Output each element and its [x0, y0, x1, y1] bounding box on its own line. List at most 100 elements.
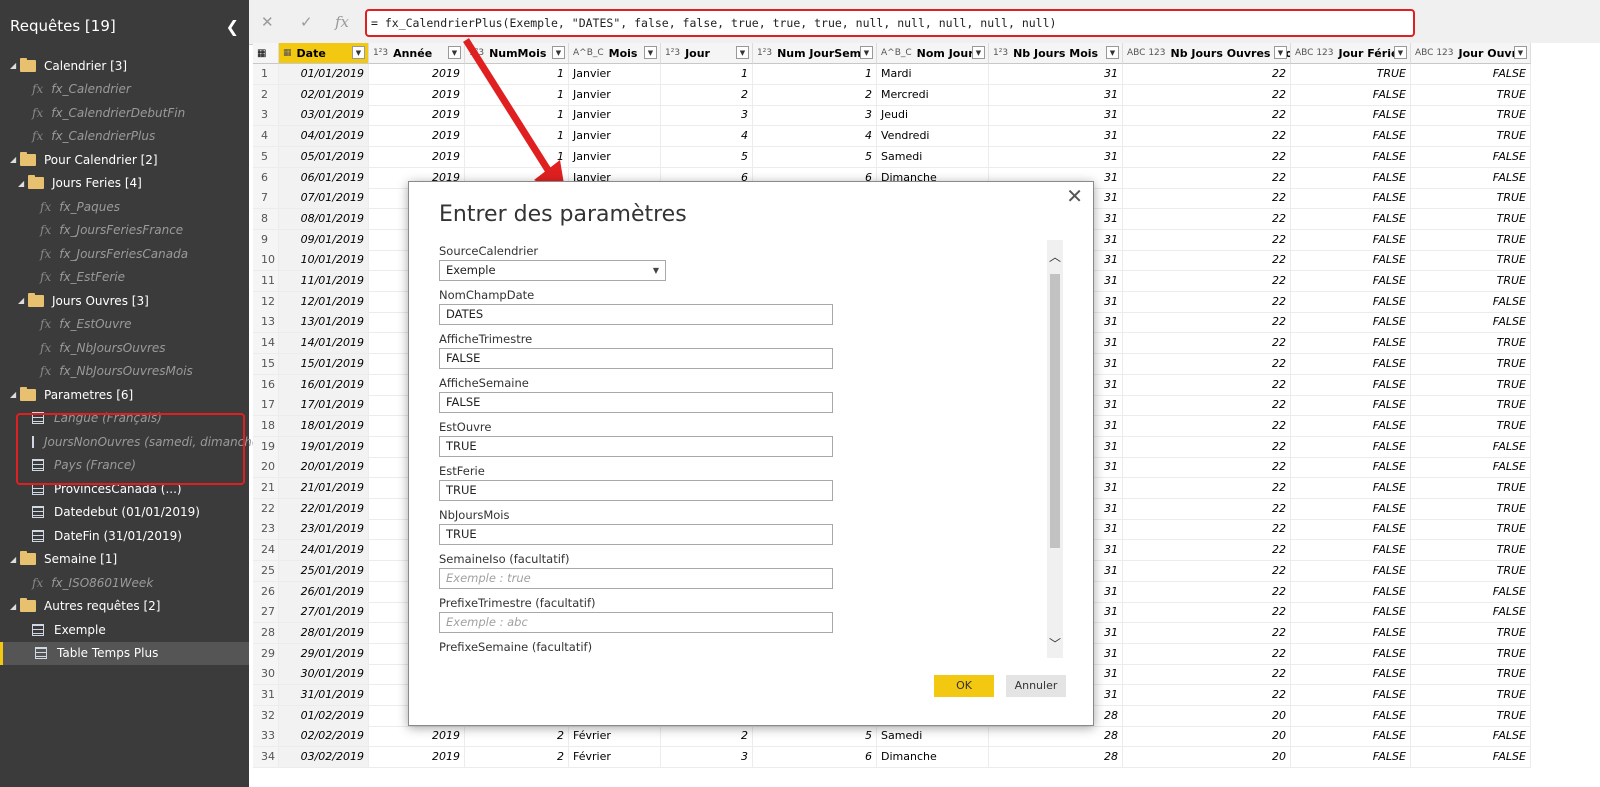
- expand-triangle-icon[interactable]: ◢: [18, 179, 28, 188]
- column-header[interactable]: 1²3 Nb Jours Mois ▼: [989, 43, 1123, 64]
- grid-cell[interactable]: FALSE: [1291, 457, 1411, 479]
- row-number[interactable]: 26: [253, 581, 279, 603]
- row-number[interactable]: 16: [253, 374, 279, 396]
- query-group[interactable]: ◢ Calendrier [3]: [0, 54, 249, 77]
- grid-cell[interactable]: Jeudi: [877, 105, 989, 127]
- column-filter-dropdown-icon[interactable]: ▼: [1106, 46, 1119, 59]
- query-item[interactable]: fx fx_EstFerie: [0, 266, 249, 289]
- grid-cell[interactable]: FALSE: [1291, 602, 1411, 624]
- grid-cell[interactable]: TRUE: [1411, 560, 1531, 582]
- grid-cell[interactable]: FALSE: [1291, 726, 1411, 748]
- grid-cell[interactable]: 2019: [369, 84, 465, 106]
- grid-cell[interactable]: TRUE: [1411, 685, 1531, 706]
- grid-cell[interactable]: TRUE: [1411, 84, 1531, 106]
- grid-cell[interactable]: 2019: [369, 747, 465, 769]
- scroll-down-icon[interactable]: ﹀: [1049, 635, 1061, 652]
- grid-cell[interactable]: 22: [1123, 271, 1291, 292]
- scrollbar-thumb[interactable]: [1050, 274, 1060, 548]
- grid-cell[interactable]: FALSE: [1411, 312, 1531, 334]
- grid-cell[interactable]: 22: [1123, 540, 1291, 562]
- grid-cell[interactable]: 2: [661, 84, 753, 106]
- grid-cell[interactable]: 17/01/2019: [279, 395, 369, 417]
- row-number[interactable]: 7: [253, 188, 279, 210]
- scroll-up-icon[interactable]: ︿: [1049, 248, 1061, 265]
- grid-cell[interactable]: 03/02/2019: [279, 747, 369, 769]
- grid-cell[interactable]: FALSE: [1411, 726, 1531, 748]
- grid-cell[interactable]: 22: [1123, 498, 1291, 520]
- expand-triangle-icon[interactable]: ◢: [10, 390, 20, 399]
- grid-cell[interactable]: 02/02/2019: [279, 726, 369, 748]
- grid-cell[interactable]: 20: [1123, 747, 1291, 769]
- grid-cell[interactable]: FALSE: [1411, 747, 1531, 769]
- grid-cell[interactable]: 22: [1123, 167, 1291, 189]
- grid-cell[interactable]: 2019: [369, 146, 465, 168]
- query-item[interactable]: fx fx_Calendrier: [0, 78, 249, 101]
- row-number[interactable]: 3: [253, 105, 279, 127]
- collapse-panel-icon[interactable]: ❮: [226, 17, 239, 36]
- grid-cell[interactable]: FALSE: [1291, 167, 1411, 189]
- grid-cell[interactable]: 6: [753, 747, 877, 769]
- grid-cell[interactable]: 15/01/2019: [279, 353, 369, 375]
- row-number[interactable]: 14: [253, 333, 279, 355]
- grid-cell[interactable]: 01/02/2019: [279, 705, 369, 727]
- query-item[interactable]: fx fx_ISO8601Week: [0, 571, 249, 594]
- row-number[interactable]: 8: [253, 208, 279, 230]
- grid-cell[interactable]: 06/01/2019: [279, 167, 369, 189]
- column-type-icon[interactable]: ABC 123: [1295, 48, 1334, 58]
- grid-cell[interactable]: 22: [1123, 250, 1291, 272]
- query-group[interactable]: ◢ Jours Feries [4]: [0, 172, 249, 195]
- grid-cell[interactable]: 01/01/2019: [279, 64, 369, 85]
- row-number[interactable]: 28: [253, 622, 279, 644]
- row-number[interactable]: 9: [253, 229, 279, 251]
- grid-cell[interactable]: 22: [1123, 146, 1291, 168]
- column-header[interactable]: 1²3 NumMois ▼: [465, 43, 569, 64]
- column-header[interactable]: 1²3 Jour ▼: [661, 43, 753, 64]
- query-item[interactable]: Datedebut (01/01/2019): [0, 501, 249, 524]
- grid-cell[interactable]: FALSE: [1291, 229, 1411, 251]
- grid-cell[interactable]: FALSE: [1291, 519, 1411, 541]
- grid-cell[interactable]: 22: [1123, 312, 1291, 334]
- parameter-input[interactable]: DATES: [439, 304, 833, 325]
- fx-icon[interactable]: fx: [335, 13, 349, 31]
- row-number[interactable]: 24: [253, 540, 279, 562]
- grid-cell[interactable]: FALSE: [1411, 291, 1531, 313]
- cancel-button[interactable]: Annuler: [1006, 675, 1066, 697]
- grid-cell[interactable]: Samedi: [877, 146, 989, 168]
- grid-cell[interactable]: 22: [1123, 643, 1291, 665]
- row-number[interactable]: 23: [253, 519, 279, 541]
- grid-cell[interactable]: 09/01/2019: [279, 229, 369, 251]
- grid-cell[interactable]: 22: [1123, 126, 1291, 148]
- grid-cell[interactable]: FALSE: [1291, 478, 1411, 499]
- grid-cell[interactable]: 13/01/2019: [279, 312, 369, 334]
- grid-cell[interactable]: 1: [465, 105, 569, 127]
- grid-cell[interactable]: TRUE: [1411, 333, 1531, 355]
- source-calendar-select[interactable]: Exemple ▼: [439, 260, 666, 281]
- column-filter-dropdown-icon[interactable]: ▼: [352, 46, 365, 59]
- query-item[interactable]: Exemple: [0, 618, 249, 641]
- column-type-icon[interactable]: 1²3: [993, 48, 1008, 58]
- grid-cell[interactable]: FALSE: [1291, 705, 1411, 727]
- row-number[interactable]: 31: [253, 685, 279, 706]
- grid-cell[interactable]: 18/01/2019: [279, 415, 369, 437]
- grid-cell[interactable]: TRUE: [1411, 622, 1531, 644]
- grid-cell[interactable]: 22: [1123, 622, 1291, 644]
- grid-cell[interactable]: FALSE: [1291, 250, 1411, 272]
- grid-cell[interactable]: TRUE: [1411, 540, 1531, 562]
- grid-cell[interactable]: Janvier: [569, 146, 661, 168]
- grid-cell[interactable]: 1: [753, 64, 877, 85]
- grid-cell[interactable]: 22: [1123, 415, 1291, 437]
- grid-cell[interactable]: Dimanche: [877, 747, 989, 769]
- grid-cell[interactable]: 12/01/2019: [279, 291, 369, 313]
- column-filter-dropdown-icon[interactable]: ▼: [1394, 46, 1407, 59]
- column-type-icon[interactable]: 1²3: [757, 48, 772, 58]
- grid-cell[interactable]: FALSE: [1291, 395, 1411, 417]
- row-number[interactable]: 2: [253, 84, 279, 106]
- grid-cell[interactable]: 22: [1123, 208, 1291, 230]
- grid-cell[interactable]: 2: [753, 84, 877, 106]
- expand-triangle-icon[interactable]: ◢: [10, 602, 20, 611]
- grid-cell[interactable]: 1: [661, 64, 753, 85]
- column-filter-dropdown-icon[interactable]: ▼: [644, 46, 657, 59]
- column-header[interactable]: 1²3 Année ▼: [369, 43, 465, 64]
- grid-cell[interactable]: 2019: [369, 126, 465, 148]
- grid-cell[interactable]: FALSE: [1291, 374, 1411, 396]
